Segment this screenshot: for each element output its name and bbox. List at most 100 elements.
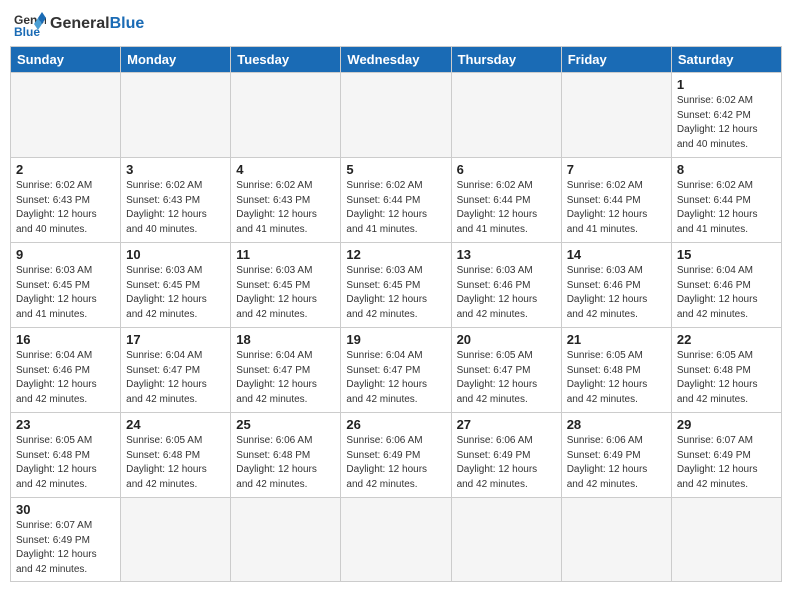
day-info: Sunrise: 6:07 AM Sunset: 6:49 PM Dayligh… bbox=[677, 434, 776, 492]
day-info: Sunrise: 6:05 AM Sunset: 6:48 PM Dayligh… bbox=[567, 349, 666, 407]
calendar-cell: 12Sunrise: 6:03 AM Sunset: 6:45 PM Dayli… bbox=[341, 243, 451, 328]
weekday-header-thursday: Thursday bbox=[451, 47, 561, 73]
day-number: 30 bbox=[16, 502, 115, 517]
calendar-cell: 13 Sunrise: 6:03 AM Sunset: 6:46 PM Dayli… bbox=[451, 243, 561, 328]
day-number: 2 bbox=[16, 162, 115, 177]
weekday-header-row: SundayMondayTuesdayWednesdayThursdayFrid… bbox=[11, 47, 782, 73]
calendar-cell bbox=[451, 498, 561, 582]
day-info: Sunrise: 6:04 AM Sunset: 6:46 PM Dayligh… bbox=[677, 264, 776, 322]
calendar-cell: 26 Sunrise: 6:06 AM Sunset: 6:49 PM Dayli… bbox=[341, 413, 451, 498]
day-info: Sunrise: 6:06 AM Sunset: 6:49 PM Dayligh… bbox=[567, 434, 666, 492]
week-row-6: 30 Sunrise: 6:07 AM Sunset: 6:49 PM Dayli… bbox=[11, 498, 782, 582]
logo: General Blue GeneralBlue bbox=[14, 10, 144, 38]
calendar-cell bbox=[341, 498, 451, 582]
weekday-header-wednesday: Wednesday bbox=[341, 47, 451, 73]
day-info: Sunrise: 6:02 AM Sunset: 6:44 PM Dayligh… bbox=[346, 179, 445, 237]
calendar-cell: 16Sunrise: 6:04 AM Sunset: 6:46 PM Dayli… bbox=[11, 328, 121, 413]
day-number: 9 bbox=[16, 247, 115, 262]
calendar-cell bbox=[121, 498, 231, 582]
calendar-cell bbox=[231, 498, 341, 582]
week-row-3: 9 Sunrise: 6:03 AM Sunset: 6:45 PM Daylig… bbox=[11, 243, 782, 328]
day-info: Sunrise: 6:05 AM Sunset: 6:48 PM Dayligh… bbox=[677, 349, 776, 407]
day-number: 13 bbox=[457, 247, 556, 262]
day-info: Sunrise: 6:03 AM Sunset: 6:45 PM Dayligh… bbox=[236, 264, 335, 322]
week-row-1: 1 Sunrise: 6:02 AM Sunset: 6:42 PM Daylig… bbox=[11, 73, 782, 158]
calendar-cell: 2 Sunrise: 6:02 AM Sunset: 6:43 PM Daylig… bbox=[11, 158, 121, 243]
day-info: Sunrise: 6:04 AM Sunset: 6:47 PM Dayligh… bbox=[236, 349, 335, 407]
logo-icon: General Blue bbox=[14, 10, 46, 38]
calendar-table: SundayMondayTuesdayWednesdayThursdayFrid… bbox=[10, 46, 782, 582]
day-number: 3 bbox=[126, 162, 225, 177]
calendar-cell: 6 Sunrise: 6:02 AM Sunset: 6:44 PM Daylig… bbox=[451, 158, 561, 243]
day-info: Sunrise: 6:02 AM Sunset: 6:43 PM Dayligh… bbox=[16, 179, 115, 237]
day-info: Sunrise: 6:04 AM Sunset: 6:47 PM Dayligh… bbox=[126, 349, 225, 407]
day-info: Sunrise: 6:04 AM Sunset: 6:46 PM Dayligh… bbox=[16, 349, 115, 407]
day-info: Sunrise: 6:02 AM Sunset: 6:42 PM Dayligh… bbox=[677, 94, 776, 152]
calendar-cell: 23 Sunrise: 6:05 AM Sunset: 6:48 PM Dayli… bbox=[11, 413, 121, 498]
week-row-2: 2 Sunrise: 6:02 AM Sunset: 6:43 PM Daylig… bbox=[11, 158, 782, 243]
calendar-cell: 15 Sunrise: 6:04 AM Sunset: 6:46 PM Dayli… bbox=[671, 243, 781, 328]
calendar-cell bbox=[341, 73, 451, 158]
calendar-cell bbox=[561, 498, 671, 582]
calendar-cell: 4 Sunrise: 6:02 AM Sunset: 6:43 PM Daylig… bbox=[231, 158, 341, 243]
day-number: 11 bbox=[236, 247, 335, 262]
calendar-cell: 28Sunrise: 6:06 AM Sunset: 6:49 PM Dayli… bbox=[561, 413, 671, 498]
calendar-cell: 17 Sunrise: 6:04 AM Sunset: 6:47 PM Dayli… bbox=[121, 328, 231, 413]
day-info: Sunrise: 6:03 AM Sunset: 6:46 PM Dayligh… bbox=[567, 264, 666, 322]
day-number: 27 bbox=[457, 417, 556, 432]
calendar-cell: 9 Sunrise: 6:03 AM Sunset: 6:45 PM Daylig… bbox=[11, 243, 121, 328]
day-info: Sunrise: 6:05 AM Sunset: 6:48 PM Dayligh… bbox=[16, 434, 115, 492]
day-info: Sunrise: 6:03 AM Sunset: 6:45 PM Dayligh… bbox=[346, 264, 445, 322]
header: General Blue GeneralBlue bbox=[10, 10, 782, 38]
day-number: 4 bbox=[236, 162, 335, 177]
day-number: 17 bbox=[126, 332, 225, 347]
day-number: 5 bbox=[346, 162, 445, 177]
day-info: Sunrise: 6:06 AM Sunset: 6:48 PM Dayligh… bbox=[236, 434, 335, 492]
weekday-header-friday: Friday bbox=[561, 47, 671, 73]
day-number: 14 bbox=[567, 247, 666, 262]
calendar-cell bbox=[11, 73, 121, 158]
calendar-cell: 10Sunrise: 6:03 AM Sunset: 6:45 PM Dayli… bbox=[121, 243, 231, 328]
calendar-cell: 19Sunrise: 6:04 AM Sunset: 6:47 PM Dayli… bbox=[341, 328, 451, 413]
day-number: 24 bbox=[126, 417, 225, 432]
weekday-header-saturday: Saturday bbox=[671, 47, 781, 73]
day-number: 6 bbox=[457, 162, 556, 177]
day-info: Sunrise: 6:05 AM Sunset: 6:47 PM Dayligh… bbox=[457, 349, 556, 407]
day-info: Sunrise: 6:05 AM Sunset: 6:48 PM Dayligh… bbox=[126, 434, 225, 492]
calendar-cell: 8 Sunrise: 6:02 AM Sunset: 6:44 PM Daylig… bbox=[671, 158, 781, 243]
day-number: 22 bbox=[677, 332, 776, 347]
weekday-header-sunday: Sunday bbox=[11, 47, 121, 73]
calendar-cell: 5 Sunrise: 6:02 AM Sunset: 6:44 PM Daylig… bbox=[341, 158, 451, 243]
calendar-cell: 27Sunrise: 6:06 AM Sunset: 6:49 PM Dayli… bbox=[451, 413, 561, 498]
week-row-5: 23 Sunrise: 6:05 AM Sunset: 6:48 PM Dayli… bbox=[11, 413, 782, 498]
day-number: 15 bbox=[677, 247, 776, 262]
day-number: 7 bbox=[567, 162, 666, 177]
day-info: Sunrise: 6:03 AM Sunset: 6:46 PM Dayligh… bbox=[457, 264, 556, 322]
calendar-cell bbox=[561, 73, 671, 158]
day-info: Sunrise: 6:03 AM Sunset: 6:45 PM Dayligh… bbox=[126, 264, 225, 322]
day-number: 25 bbox=[236, 417, 335, 432]
day-number: 26 bbox=[346, 417, 445, 432]
weekday-header-tuesday: Tuesday bbox=[231, 47, 341, 73]
calendar-cell: 14 Sunrise: 6:03 AM Sunset: 6:46 PM Dayli… bbox=[561, 243, 671, 328]
calendar-cell: 3Sunrise: 6:02 AM Sunset: 6:43 PM Daylig… bbox=[121, 158, 231, 243]
calendar-cell: 21Sunrise: 6:05 AM Sunset: 6:48 PM Dayli… bbox=[561, 328, 671, 413]
calendar-cell: 30 Sunrise: 6:07 AM Sunset: 6:49 PM Dayli… bbox=[11, 498, 121, 582]
day-info: Sunrise: 6:04 AM Sunset: 6:47 PM Dayligh… bbox=[346, 349, 445, 407]
day-number: 23 bbox=[16, 417, 115, 432]
logo-text: GeneralBlue bbox=[50, 15, 144, 33]
day-number: 1 bbox=[677, 77, 776, 92]
day-info: Sunrise: 6:03 AM Sunset: 6:45 PM Dayligh… bbox=[16, 264, 115, 322]
calendar-cell: 22 Sunrise: 6:05 AM Sunset: 6:48 PM Dayli… bbox=[671, 328, 781, 413]
day-info: Sunrise: 6:02 AM Sunset: 6:44 PM Dayligh… bbox=[677, 179, 776, 237]
day-info: Sunrise: 6:02 AM Sunset: 6:44 PM Dayligh… bbox=[567, 179, 666, 237]
day-number: 20 bbox=[457, 332, 556, 347]
day-info: Sunrise: 6:02 AM Sunset: 6:43 PM Dayligh… bbox=[236, 179, 335, 237]
day-number: 8 bbox=[677, 162, 776, 177]
day-info: Sunrise: 6:02 AM Sunset: 6:44 PM Dayligh… bbox=[457, 179, 556, 237]
calendar-cell: 7 Sunrise: 6:02 AM Sunset: 6:44 PM Daylig… bbox=[561, 158, 671, 243]
day-info: Sunrise: 6:07 AM Sunset: 6:49 PM Dayligh… bbox=[16, 519, 115, 577]
day-info: Sunrise: 6:06 AM Sunset: 6:49 PM Dayligh… bbox=[346, 434, 445, 492]
calendar-cell: 24 Sunrise: 6:05 AM Sunset: 6:48 PM Dayli… bbox=[121, 413, 231, 498]
calendar-cell bbox=[121, 73, 231, 158]
